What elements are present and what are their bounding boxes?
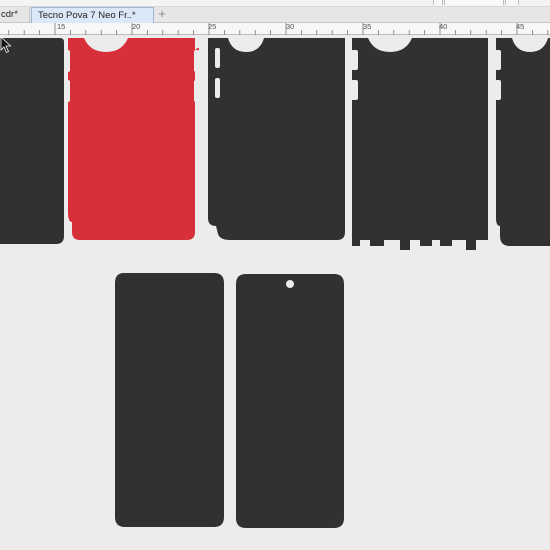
skin-tab — [215, 48, 220, 68]
ruler-label: 25 — [208, 22, 217, 31]
ruler-label: 20 — [132, 22, 141, 31]
property-bar-strip — [0, 0, 550, 7]
skin-tab — [494, 80, 501, 100]
horizontal-ruler[interactable]: 15 20 25 30 35 40 45 — [0, 23, 550, 35]
ruler-label: 45 — [516, 22, 525, 31]
skin-tab — [64, 80, 70, 102]
phone-skin-front-2[interactable] — [236, 274, 344, 528]
skin-tab — [64, 50, 70, 72]
phone-skin-back-3[interactable] — [208, 38, 345, 240]
phone-skin-back-4[interactable] — [352, 38, 488, 236]
document-tab-cdr[interactable]: cdr* — [0, 7, 30, 23]
mouse-pointer-icon — [0, 36, 12, 54]
toolbar-control[interactable] — [444, 0, 504, 5]
ruler-label: 35 — [363, 22, 372, 31]
skin-tab — [215, 78, 220, 98]
punch-hole-cutout — [286, 280, 294, 288]
phone-skin-front-1[interactable] — [115, 273, 224, 527]
skin-tab — [350, 80, 358, 100]
canvas-artwork — [0, 37, 550, 528]
drawing-canvas[interactable] — [0, 36, 550, 550]
coreldraw-window: cdr* Tecno Pova 7 Neo Fr..* + 15 20 25 3… — [0, 0, 550, 550]
skin-tab — [350, 50, 358, 70]
ruler-label: 30 — [286, 22, 295, 31]
plus-icon[interactable]: + — [155, 7, 169, 21]
ruler-ticks — [8, 23, 549, 35]
ruler-label: 15 — [57, 22, 66, 31]
phone-skin-back-1[interactable] — [0, 38, 64, 244]
document-tab-bar: cdr* Tecno Pova 7 Neo Fr..* + — [0, 7, 550, 23]
toolbar-control[interactable] — [505, 0, 519, 5]
document-tab-tecno-pova[interactable]: Tecno Pova 7 Neo Fr..* — [31, 7, 154, 23]
skin-tab — [494, 50, 501, 70]
toolbar-control[interactable] — [433, 0, 443, 5]
skin-tab — [194, 50, 200, 72]
phone-skin-back-5[interactable] — [496, 38, 550, 246]
skin-tab — [194, 80, 200, 102]
skin-bottom-cutouts — [352, 236, 488, 250]
ruler-label: 40 — [439, 22, 448, 31]
phone-skin-back-red[interactable] — [68, 38, 199, 240]
